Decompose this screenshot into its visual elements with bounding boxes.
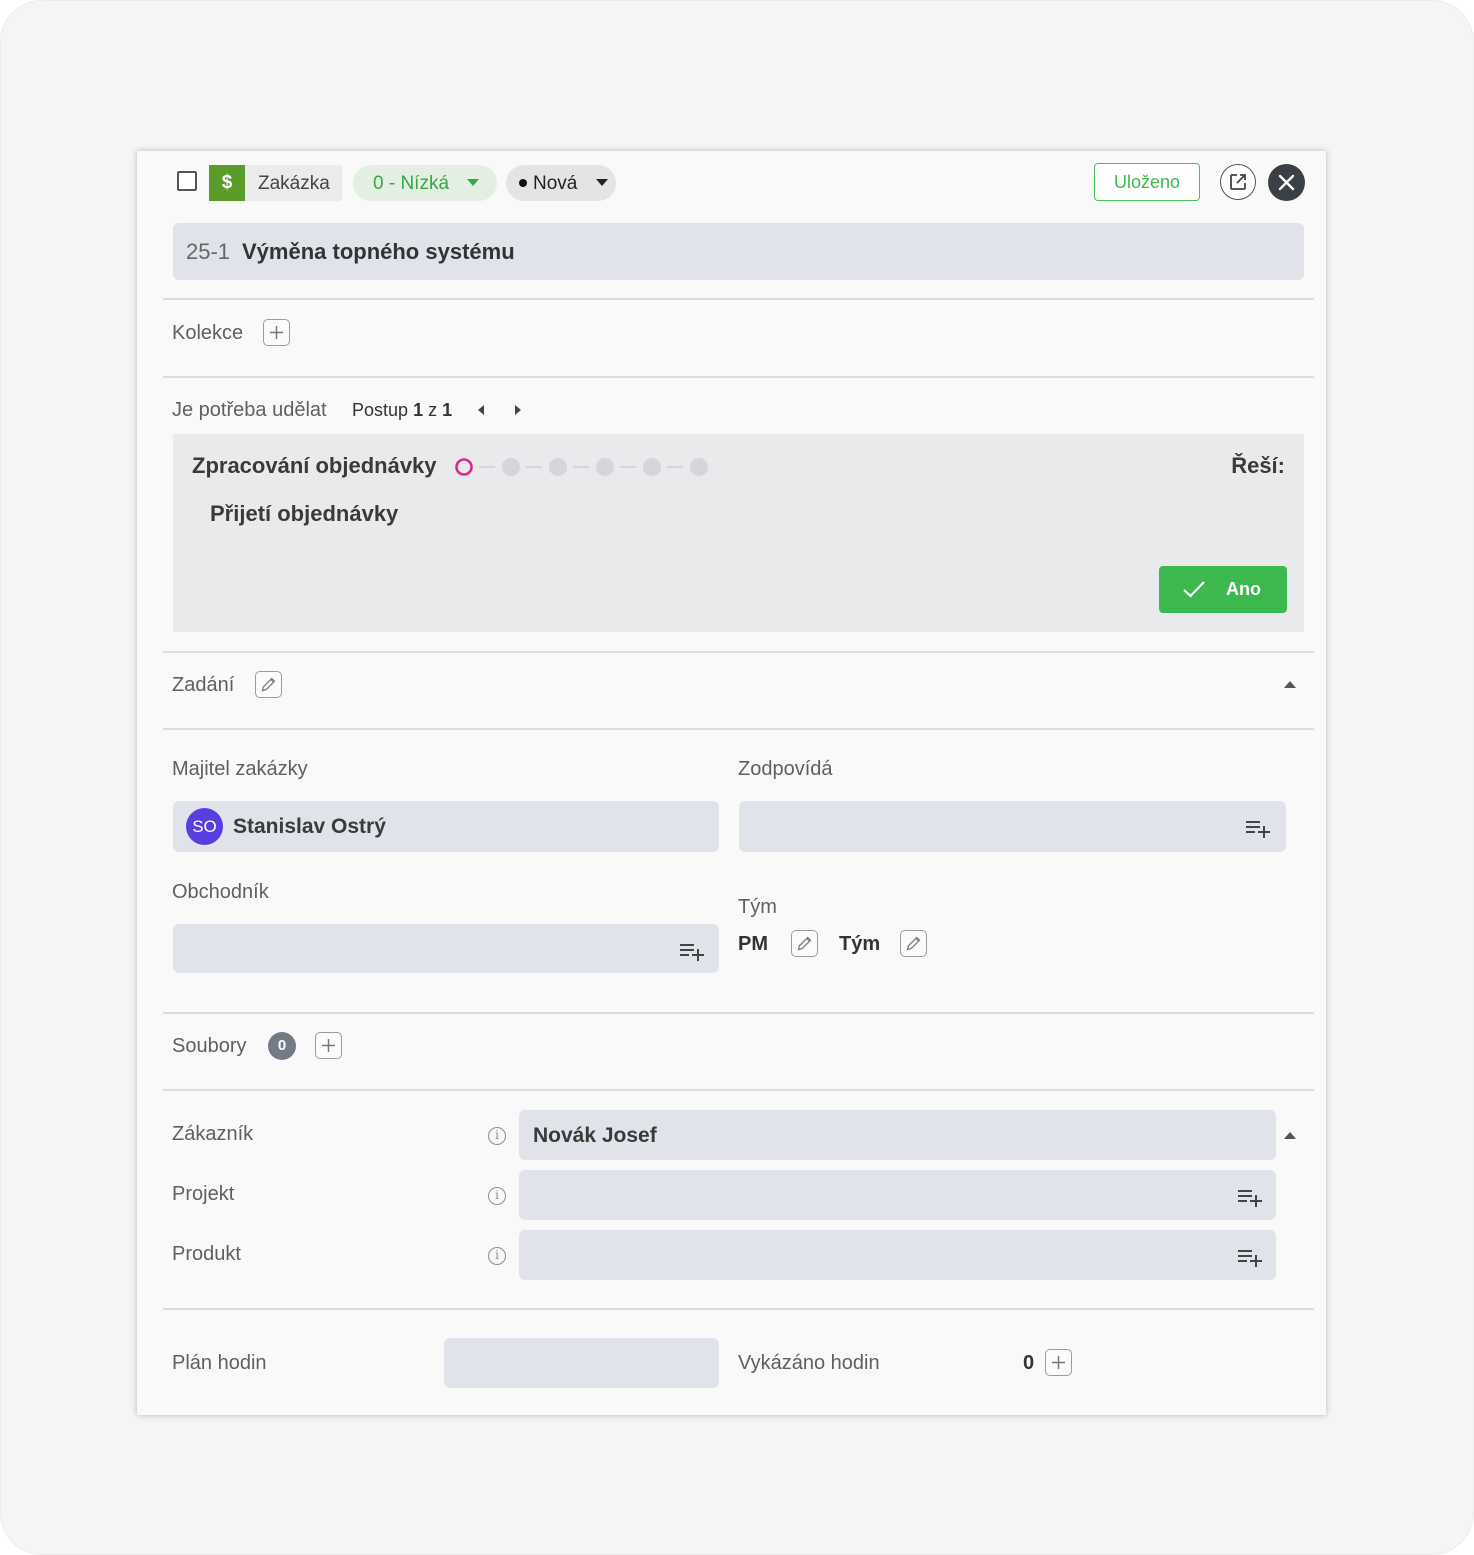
todo-label: Je potřeba udělat [172,399,327,421]
collapse-section-icon[interactable] [1284,1132,1296,1140]
order-title: Výměna topného systému [242,239,515,264]
plus-icon [322,1039,335,1052]
avatar: SO [186,808,223,845]
owner-name: Stanislav Ostrý [233,815,386,838]
divider [163,1308,1314,1310]
priority-dropdown[interactable]: 0 - Nízká [353,165,497,201]
status-dot-icon [519,179,527,187]
solver-label: Řeší: [1231,453,1285,478]
status-label: Nová [533,173,578,194]
confirm-yes-button[interactable]: Ano [1159,566,1287,613]
list-add-icon [1238,1190,1262,1207]
pencil-icon [261,677,276,692]
progress-total: 1 [442,400,453,420]
chevron-down-icon [467,179,479,186]
info-icon: i [488,1127,506,1145]
owner-label: Majitel zakázky [172,758,308,780]
pencil-icon [906,936,921,951]
reported-hours-value: 0 [1023,1352,1035,1374]
check-icon [1183,581,1205,598]
customer-field[interactable]: Novák Josef [519,1110,1276,1160]
add-collection-button[interactable] [263,319,290,346]
customer-value: Novák Josef [533,1124,657,1147]
team-label: Tým [738,896,777,918]
plan-hours-field[interactable] [444,1338,719,1388]
pm-label: PM [738,933,768,955]
edit-assignment-button[interactable] [255,671,282,698]
sales-label: Obchodník [172,881,269,903]
add-file-button[interactable] [315,1032,342,1059]
progress-separator: z [428,400,438,420]
divider [163,1012,1314,1014]
team-sub-label: Tým [839,933,881,955]
close-button[interactable] [1268,164,1305,201]
owner-field[interactable]: SO Stanislav Ostrý [173,801,719,852]
order-type-label: Zakázka [258,173,330,194]
divider [163,728,1314,730]
collapse-section-icon[interactable] [1284,681,1296,689]
order-type-chip: $ Zakázka [209,165,342,201]
order-detail-panel: $ Zakázka 0 - Nízká Nová Uloženo 25-1 Vý… [137,151,1326,1415]
divider [163,298,1314,300]
sales-field[interactable] [173,924,719,973]
responsible-field[interactable] [739,801,1286,852]
reported-hours-label: Vykázáno hodin [738,1352,880,1374]
workflow-step-box: Zpracování objednávky Řeší: Přijetí obje… [173,434,1304,632]
chevron-down-icon [596,179,608,186]
list-add-icon [1238,1250,1262,1267]
saved-button[interactable]: Uloženo [1094,163,1200,201]
files-count-badge: 0 [268,1032,296,1060]
files-label: Soubory [172,1035,247,1057]
plus-icon [1052,1356,1065,1369]
add-hours-button[interactable] [1045,1349,1072,1376]
list-add-icon [1246,821,1270,838]
plan-hours-label: Plán hodin [172,1352,267,1374]
edit-pm-button[interactable] [791,930,818,957]
customer-label: Zákazník [172,1123,254,1145]
plus-icon [270,326,283,339]
external-link-icon [1230,174,1246,190]
status-dropdown[interactable]: Nová [506,165,616,201]
select-checkbox[interactable] [177,171,197,191]
divider [163,1089,1314,1091]
info-icon: i [488,1187,506,1205]
project-label: Projekt [172,1183,235,1205]
next-step-button[interactable] [514,404,522,416]
open-external-button[interactable] [1220,164,1256,200]
pencil-icon [797,936,812,951]
product-label: Produkt [172,1243,241,1265]
progress-current: 1 [413,400,424,420]
list-add-icon [680,944,704,961]
order-number: 25-1 [186,239,231,264]
divider [163,376,1314,378]
dollar-icon: $ [209,165,245,201]
progress-indicator: Postup 1 z 1 [352,400,452,421]
workflow-progress-dots [455,458,708,476]
workflow-step-title: Zpracování objednávky [192,453,437,478]
workflow-substep: Přijetí objednávky [210,501,399,526]
responsible-label: Zodpovídá [738,758,833,780]
edit-team-button[interactable] [900,930,927,957]
priority-label: 0 - Nízká [373,173,450,194]
confirm-yes-label: Ano [1226,579,1261,599]
product-field[interactable] [519,1230,1276,1280]
divider [163,651,1314,653]
project-field[interactable] [519,1170,1276,1220]
progress-prefix: Postup [352,400,409,420]
info-icon: i [488,1247,506,1265]
previous-step-button[interactable] [477,404,485,416]
title-field[interactable]: 25-1 Výměna topného systému [173,223,1304,280]
assignment-label: Zadání [172,674,235,696]
collections-label: Kolekce [172,322,244,344]
close-icon [1278,174,1295,191]
